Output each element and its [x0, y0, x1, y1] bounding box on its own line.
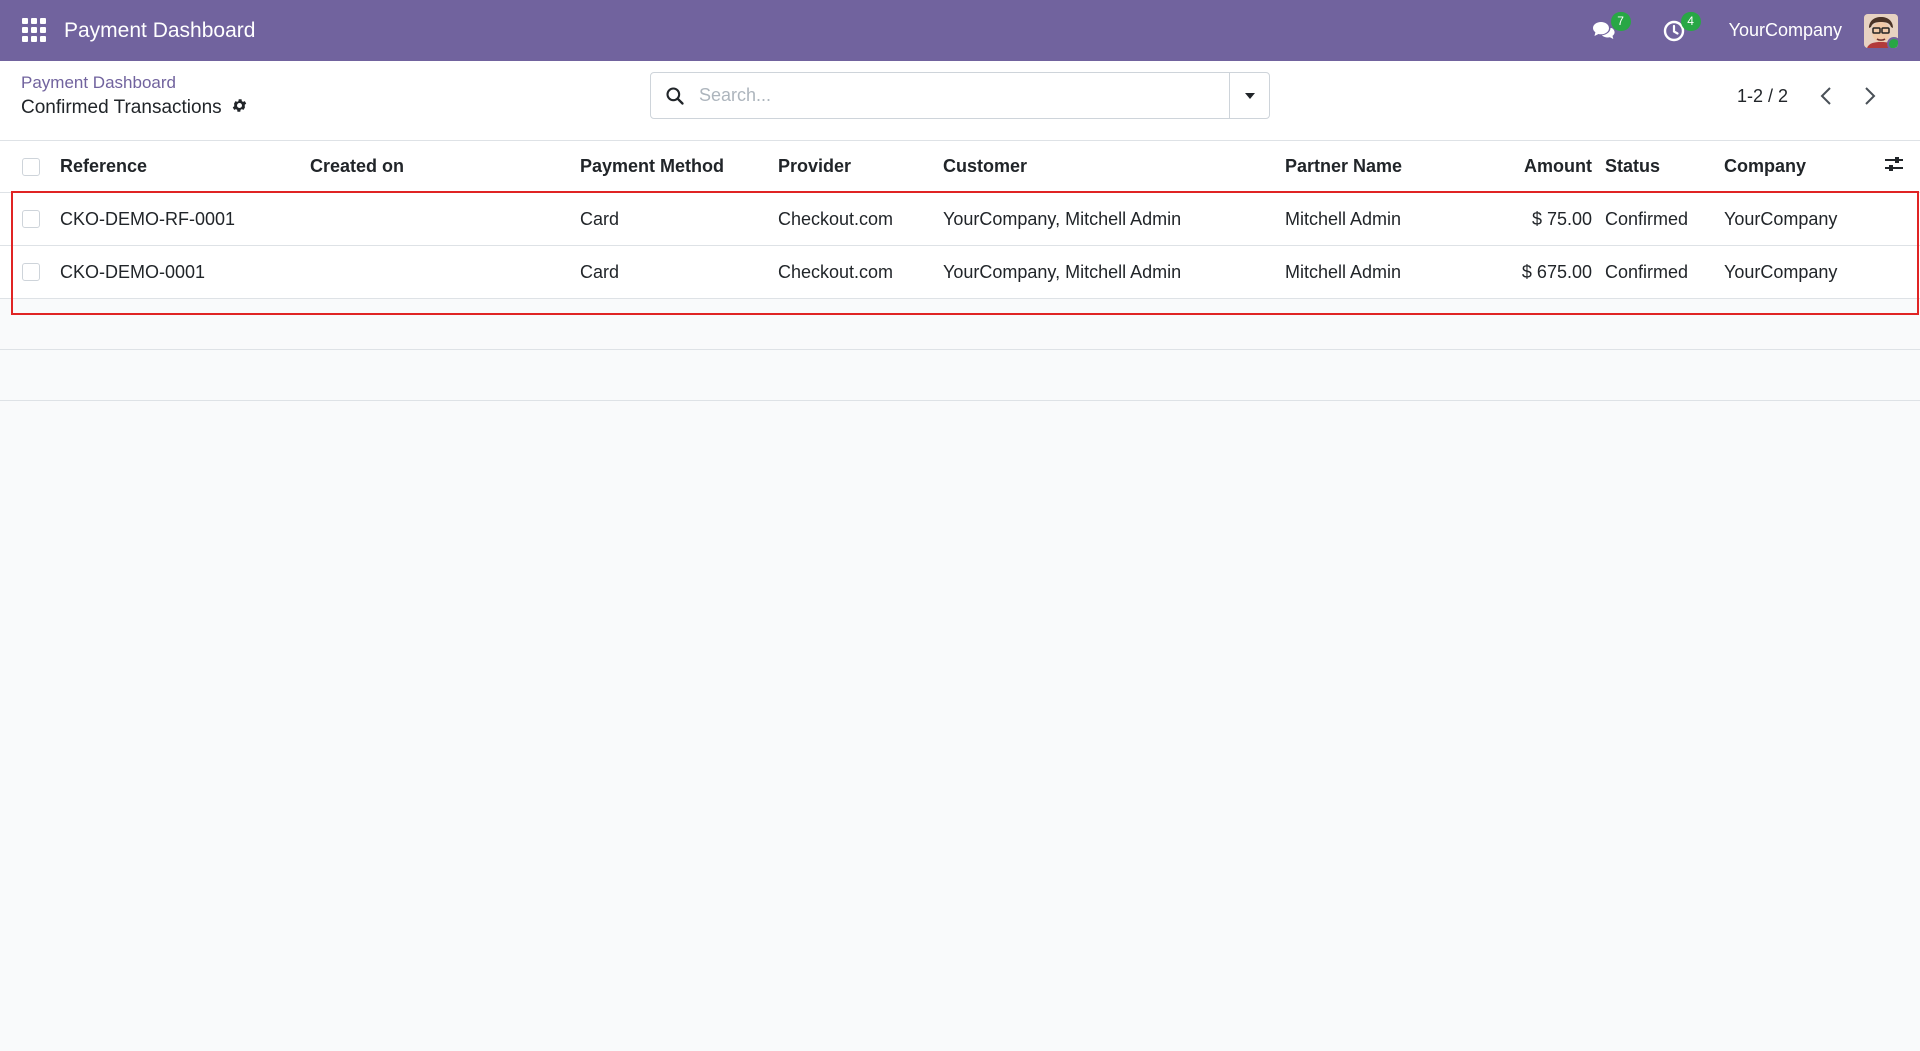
cell-reference: CKO-DEMO-RF-0001: [60, 208, 236, 229]
company-switcher[interactable]: YourCompany: [1729, 20, 1842, 41]
activities-count-badge: 4: [1680, 11, 1701, 31]
cell-partner-name: Mitchell Admin: [1285, 261, 1402, 282]
empty-table-row: [0, 350, 1920, 401]
navbar-right: 7 4 YourCompany: [1589, 11, 1898, 48]
cell-status: Confirmed: [1605, 208, 1689, 229]
table-row[interactable]: CKO-DEMO-RF-0001 Card Checkout.com YourC…: [0, 193, 1920, 246]
empty-table-row: [0, 299, 1920, 350]
cell-payment-method: Card: [580, 208, 620, 229]
row-checkbox-cell: [22, 263, 40, 281]
caret-down-icon: [1244, 92, 1255, 99]
search-icon: [651, 86, 699, 106]
table-header: Reference Created on Payment Method Prov…: [0, 141, 1920, 193]
cell-amount: $ 675.00: [1521, 261, 1592, 282]
cell-provider: Checkout.com: [778, 261, 894, 282]
top-navbar: Payment Dashboard 7 4 YourCompany: [0, 0, 1920, 61]
column-header-partner-name[interactable]: Partner Name: [1285, 156, 1402, 177]
activities-button[interactable]: 4: [1659, 11, 1701, 46]
cell-partner-name: Mitchell Admin: [1285, 208, 1402, 229]
chevron-left-icon: [1820, 87, 1831, 105]
apps-menu-icon[interactable]: [22, 17, 48, 44]
control-panel: Payment Dashboard Confirmed Transactions…: [0, 61, 1920, 141]
cell-customer: YourCompany, Mitchell Admin: [943, 261, 1182, 282]
column-header-payment-method[interactable]: Payment Method: [580, 156, 724, 177]
column-header-company[interactable]: Company: [1724, 156, 1806, 177]
search-bar: [650, 72, 1270, 119]
column-header-created-on[interactable]: Created on: [310, 156, 404, 177]
cell-status: Confirmed: [1605, 261, 1689, 282]
cell-customer: YourCompany, Mitchell Admin: [943, 208, 1182, 229]
cell-amount: $ 75.00: [1531, 208, 1592, 229]
select-all-checkbox[interactable]: [22, 157, 40, 176]
search-input[interactable]: [699, 73, 1229, 118]
gear-icon[interactable]: [231, 97, 248, 119]
column-header-amount[interactable]: Amount: [1524, 156, 1592, 177]
messages-button[interactable]: 7: [1589, 11, 1631, 46]
pager-value[interactable]: 1-2 / 2: [1737, 86, 1788, 107]
chevron-right-icon: [1865, 87, 1876, 105]
pager: 1-2 / 2: [1737, 84, 1882, 108]
cell-company: YourCompany: [1724, 261, 1838, 282]
row-checkbox-cell: [22, 210, 40, 228]
optional-columns-toggle[interactable]: [1884, 155, 1904, 178]
sliders-icon: [1885, 157, 1903, 171]
pager-previous-button[interactable]: [1814, 84, 1838, 108]
cell-payment-method: Card: [580, 261, 620, 282]
transactions-table: Reference Created on Payment Method Prov…: [0, 141, 1920, 401]
page-title: Confirmed Transactions: [21, 97, 248, 119]
column-header-status[interactable]: Status: [1605, 156, 1660, 177]
select-all-checkbox-cell: [22, 157, 40, 176]
page-title-text: Confirmed Transactions: [21, 97, 222, 118]
cell-provider: Checkout.com: [778, 208, 894, 229]
row-checkbox[interactable]: [22, 210, 40, 228]
row-checkbox[interactable]: [22, 263, 40, 281]
search-options-toggle[interactable]: [1229, 73, 1269, 118]
column-header-provider[interactable]: Provider: [778, 156, 851, 177]
column-header-reference[interactable]: Reference: [60, 156, 147, 177]
app-title[interactable]: Payment Dashboard: [64, 19, 255, 43]
user-avatar[interactable]: [1864, 13, 1898, 48]
breadcrumb: Payment Dashboard Confirmed Transactions: [21, 73, 248, 119]
cell-reference: CKO-DEMO-0001: [60, 261, 206, 282]
table-row[interactable]: CKO-DEMO-0001 Card Checkout.com YourComp…: [0, 246, 1920, 299]
messages-count-badge: 7: [1610, 11, 1631, 31]
breadcrumb-parent-link[interactable]: Payment Dashboard: [21, 73, 248, 93]
online-status-dot: [1887, 36, 1898, 48]
column-header-customer[interactable]: Customer: [943, 156, 1027, 177]
pager-next-button[interactable]: [1858, 84, 1882, 108]
cell-company: YourCompany: [1724, 208, 1838, 229]
